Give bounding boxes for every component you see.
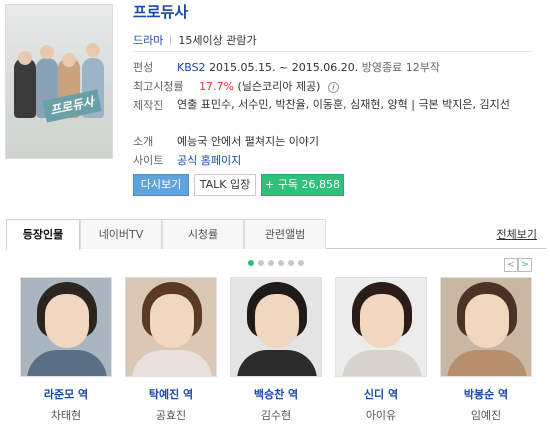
cast-actor[interactable]: 차태현 [20, 407, 112, 423]
intro-row: 소개 예능국 안에서 펼쳐지는 이야기 [133, 132, 543, 151]
poster-figure-head [18, 51, 32, 65]
cast-role[interactable]: 신디 역 [335, 386, 427, 402]
genre-link[interactable]: 드라마 [133, 34, 163, 47]
subscribe-button[interactable]: + 구독 26,858 [261, 174, 344, 196]
info-block: 편성 KBS2 2015.05.15. ~ 2015.06.20. 방영종료 1… [133, 58, 543, 170]
photo-face [45, 294, 89, 348]
official-site-link[interactable]: 공식 홈페이지 [177, 151, 241, 170]
carousel-dot[interactable] [268, 260, 274, 266]
broadcast-label: 편성 [133, 61, 154, 74]
tab-cast[interactable]: 등장인물 [6, 219, 80, 250]
cast-photo[interactable] [440, 277, 532, 377]
ratings-row: 최고시청률 17.7% (닐슨코리아 제공) i [133, 77, 543, 96]
tab-naver-tv[interactable]: 네이버TV [80, 219, 162, 249]
broadcast-period: 2015.05.15. ~ 2015.06.20. [209, 61, 359, 74]
cast-card[interactable]: 박봉순 역 임예진 [440, 277, 532, 423]
poster-figure [14, 58, 36, 118]
drama-poster[interactable]: 프로듀사 [5, 4, 113, 159]
cast-role[interactable]: 라준모 역 [20, 386, 112, 402]
broadcast-value: KBS2 2015.05.15. ~ 2015.06.20. 방영종료 12부작 [177, 58, 440, 77]
ratings-label: 최고시청률 [133, 80, 184, 93]
poster-figure-head [40, 45, 54, 59]
tab-albums[interactable]: 관련앨범 [244, 219, 326, 249]
cast-photo[interactable] [20, 277, 112, 377]
carousel-dot[interactable] [278, 260, 284, 266]
cast-photo[interactable] [125, 277, 217, 377]
cast-photo[interactable] [335, 277, 427, 377]
staff-row: 제작진 연출 표민수, 서수민, 박찬율, 이동훈, 심재현, 양혁 | 극본 … [133, 96, 543, 132]
broadcast-status: 방영종료 12부작 [361, 61, 440, 74]
channel-link[interactable]: KBS2 [177, 61, 206, 74]
intro-value: 예능국 안에서 펼쳐지는 이야기 [177, 135, 320, 148]
carousel-dot-active[interactable] [248, 260, 254, 266]
ratings-source: (닐슨코리아 제공) [237, 80, 321, 93]
cast-actor[interactable]: 공효진 [125, 407, 217, 423]
cast-photo[interactable] [230, 277, 322, 377]
drama-title[interactable]: 프로듀사 [133, 1, 188, 22]
tab-ratings[interactable]: 시청률 [162, 219, 244, 249]
info-icon[interactable]: i [327, 82, 339, 93]
poster-figure-head [86, 43, 100, 57]
next-arrow-icon[interactable]: > [518, 258, 532, 272]
cast-card[interactable]: 라준모 역 차태현 [20, 277, 112, 423]
intro-label: 소개 [133, 135, 154, 148]
view-all-link[interactable]: 전체보기 [497, 226, 537, 242]
carousel-dot[interactable] [288, 260, 294, 266]
section-tabs: 등장인물 네이버TV 시청률 관련앨범 전체보기 [6, 219, 547, 250]
poster-figure-head [62, 53, 76, 67]
cast-role[interactable]: 백승찬 역 [230, 386, 322, 402]
broadcast-row: 편성 KBS2 2015.05.15. ~ 2015.06.20. 방영종료 1… [133, 58, 543, 77]
cast-actor[interactable]: 아이유 [335, 407, 427, 423]
watch-again-button[interactable]: 다시보기 [133, 174, 189, 196]
staff-label: 제작진 [133, 99, 164, 112]
photo-face [360, 294, 404, 348]
cast-card[interactable]: 탁예진 역 공효진 [125, 277, 217, 423]
photo-face [255, 294, 299, 348]
talk-enter-button[interactable]: TALK 입장 [194, 174, 256, 196]
photo-face [465, 294, 509, 348]
cast-role[interactable]: 박봉순 역 [440, 386, 532, 402]
photo-face [150, 294, 194, 348]
genre-row: 드라마 15세이상 관람가 [133, 32, 533, 52]
prev-arrow-icon[interactable]: < [504, 258, 518, 272]
site-row: 사이트 공식 홈페이지 [133, 151, 543, 170]
ratings-value-group: 17.7% (닐슨코리아 제공) i [199, 77, 339, 96]
cast-card[interactable]: 신디 역 아이유 [335, 277, 427, 423]
cast-card[interactable]: 백승찬 역 김수현 [230, 277, 322, 423]
ratings-value: 17.7% [199, 80, 234, 93]
cast-role[interactable]: 탁예진 역 [125, 386, 217, 402]
staff-value[interactable]: 연출 표민수, 서수민, 박찬율, 이동훈, 심재현, 양혁 | 극본 박지은,… [177, 96, 537, 113]
age-rating: 15세이상 관람가 [178, 34, 257, 47]
divider [170, 35, 172, 45]
cast-actor[interactable]: 김수현 [230, 407, 322, 423]
carousel-dot[interactable] [258, 260, 264, 266]
cast-actor[interactable]: 임예진 [440, 407, 532, 423]
site-label: 사이트 [133, 154, 164, 167]
carousel-dot[interactable] [298, 260, 304, 266]
